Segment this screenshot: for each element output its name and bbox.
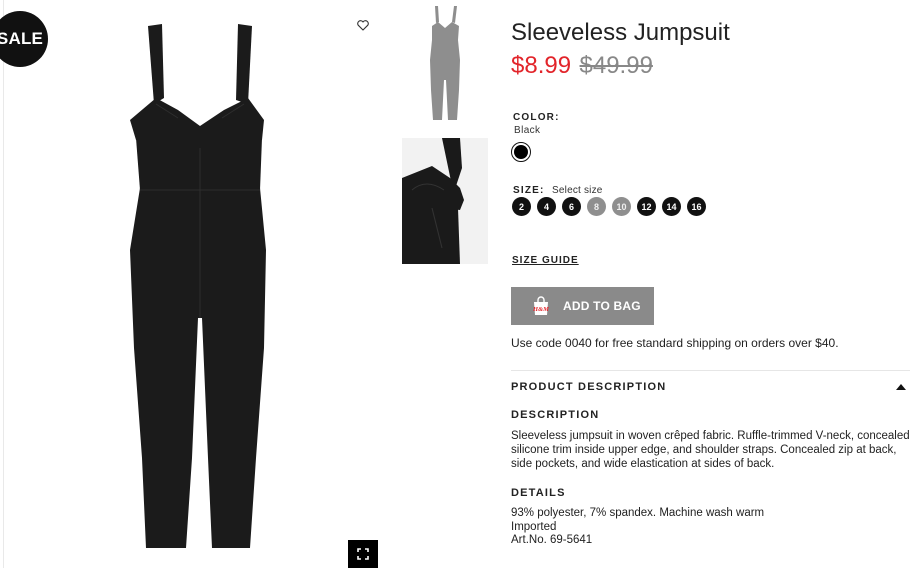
main-product-image[interactable]	[100, 18, 300, 554]
fullscreen-button[interactable]	[348, 540, 378, 568]
size-option-10[interactable]: 10	[612, 197, 631, 216]
color-swatch-fill	[514, 145, 528, 159]
color-value: Black	[514, 125, 541, 136]
sale-badge: SALE	[0, 11, 48, 67]
thumbnail-image	[402, 0, 488, 124]
size-option-label: 2	[518, 201, 524, 212]
product-page: SALE Sleeveless Jumpsuit $8.99 $49.99 CO…	[0, 0, 910, 568]
size-option-14[interactable]: 14	[662, 197, 681, 216]
details-label: DETAILS	[511, 487, 566, 499]
size-option-label: 16	[691, 201, 702, 212]
collapse-triangle-icon	[896, 384, 906, 390]
thumbnail-full-view[interactable]	[402, 0, 488, 124]
shipping-note: Use code 0040 for free standard shipping…	[511, 336, 839, 350]
thumbnail-detail-view[interactable]	[402, 138, 488, 264]
divider	[511, 370, 910, 371]
color-label: COLOR:	[513, 112, 560, 123]
details-list: 93% polyester, 7% spandex. Machine wash …	[511, 507, 764, 548]
size-option-6[interactable]: 6	[562, 197, 581, 216]
price-row: $8.99 $49.99	[511, 52, 653, 80]
favorite-button[interactable]	[354, 16, 372, 34]
heart-icon	[357, 19, 369, 31]
expand-icon	[357, 548, 369, 560]
size-options: 2 4 6 8 10 12 14 16	[512, 197, 706, 216]
size-option-label: 14	[666, 201, 677, 212]
product-title: Sleeveless Jumpsuit	[511, 19, 730, 46]
size-option-16[interactable]: 16	[687, 197, 706, 216]
sale-badge-label: SALE	[0, 29, 44, 48]
size-option-label: 4	[543, 201, 549, 212]
size-option-label: 10	[616, 201, 627, 212]
size-option-2[interactable]: 2	[512, 197, 531, 216]
hm-bag-icon: H&M	[530, 295, 552, 317]
sale-price: $8.99	[511, 52, 572, 79]
size-option-label: 8	[593, 201, 599, 212]
size-label: SIZE:	[513, 185, 545, 196]
divider	[3, 0, 4, 568]
add-to-bag-button[interactable]: H&M ADD TO BAG	[511, 287, 654, 325]
details-item: Art.No. 69-5641	[511, 534, 593, 546]
add-to-bag-label: ADD TO BAG	[563, 299, 641, 313]
product-description-header: PRODUCT DESCRIPTION	[511, 381, 667, 393]
description-text: Sleeveless jumpsuit in woven crêped fabr…	[511, 430, 910, 470]
size-option-12[interactable]: 12	[637, 197, 656, 216]
original-price: $49.99	[579, 52, 653, 79]
size-guide-link[interactable]: SIZE GUIDE	[512, 255, 579, 266]
size-option-4[interactable]: 4	[537, 197, 556, 216]
color-swatch-black[interactable]	[511, 142, 531, 162]
size-hint: Select size	[552, 185, 603, 196]
description-label: DESCRIPTION	[511, 409, 600, 421]
product-description-toggle[interactable]: PRODUCT DESCRIPTION	[511, 381, 910, 393]
thumbnail-image	[402, 138, 488, 264]
size-option-label: 12	[641, 201, 652, 212]
size-option-8[interactable]: 8	[587, 197, 606, 216]
size-option-label: 6	[568, 201, 574, 212]
details-item: 93% polyester, 7% spandex. Machine wash …	[511, 507, 765, 519]
size-row: SIZE: Select size	[513, 180, 603, 198]
details-item: Imported	[511, 520, 557, 533]
svg-text:H&M: H&M	[532, 306, 549, 313]
